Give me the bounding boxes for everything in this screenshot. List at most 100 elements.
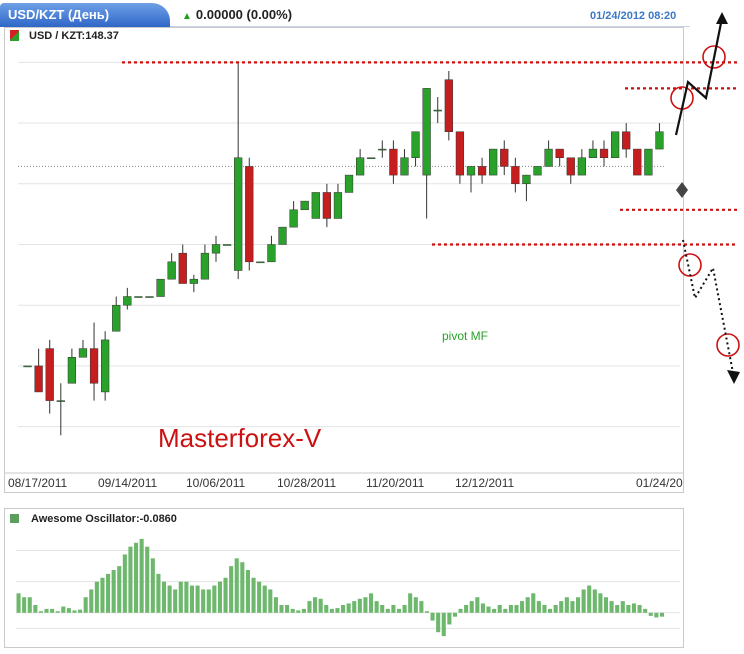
- oscillator-bar: [368, 593, 374, 613]
- oscillator-bar: [318, 598, 323, 613]
- oscillator-bar: [178, 581, 183, 613]
- candle-body: [566, 157, 575, 176]
- oscillator-bar: [609, 601, 614, 613]
- oscillator-bar: [279, 605, 284, 613]
- candle-body: [378, 148, 387, 151]
- oscillator-bar: [184, 581, 189, 613]
- candle-body: [34, 365, 43, 393]
- oscillator-bar: [33, 605, 38, 613]
- candle-body: [89, 348, 99, 384]
- oscillator-bar: [38, 611, 43, 613]
- x-tick-label: 01/24/20: [636, 476, 683, 490]
- oscillator-bar: [251, 577, 256, 613]
- candle-body: [588, 148, 598, 159]
- oscillator-bar: [189, 585, 195, 613]
- oscillator-bar: [374, 601, 379, 613]
- oscillator-bar: [335, 608, 340, 613]
- oscillator-bar: [592, 589, 597, 613]
- oscillator-bar: [257, 581, 262, 613]
- candle-body: [455, 131, 465, 176]
- oscillator-bar: [167, 585, 172, 613]
- oscillator-bar: [27, 597, 32, 613]
- candle-body: [500, 148, 509, 167]
- oscillator-bar: [413, 597, 418, 613]
- x-tick-label: 09/14/2011: [98, 476, 157, 490]
- oscillator-bar: [603, 597, 609, 613]
- candle-body: [355, 157, 365, 176]
- candle-body: [300, 200, 309, 211]
- x-tick-label: 10/28/2011: [277, 476, 336, 490]
- oscillator-bar: [301, 608, 306, 613]
- oscillator-bar: [436, 612, 441, 633]
- oscillator-bar: [273, 597, 278, 613]
- oscillator-bar: [452, 612, 457, 617]
- oscillator-bar: [480, 603, 485, 613]
- candle-body: [477, 166, 487, 176]
- oscillator-bar: [447, 612, 452, 625]
- target-circle: [678, 253, 702, 277]
- oscillator-bar: [581, 589, 586, 613]
- oscillator-bar: [234, 558, 239, 613]
- oscillator-bar: [598, 593, 603, 613]
- oscillator-bar: [520, 601, 525, 613]
- oscillator-bar: [156, 573, 161, 613]
- price-marker-icon: [676, 182, 688, 198]
- candle-body: [45, 348, 54, 401]
- oscillator-bar: [296, 610, 301, 613]
- oscillator-bar: [536, 601, 541, 613]
- oscillator-bar: [575, 597, 581, 613]
- candle-body: [577, 157, 586, 176]
- candle-body: [466, 166, 476, 176]
- candle-body: [123, 296, 132, 306]
- candle-body: [655, 131, 664, 150]
- candle-body: [156, 278, 165, 297]
- oscillator-bar: [475, 597, 480, 613]
- candle-body: [522, 174, 531, 185]
- oscillator-bar: [55, 611, 60, 613]
- oscillator-bar: [245, 570, 250, 613]
- oscillator-bar: [324, 605, 329, 613]
- oscillator-bar: [111, 570, 116, 613]
- oscillator-bar: [16, 593, 21, 613]
- oscillator-bar: [643, 608, 648, 613]
- oscillator-bar: [22, 597, 27, 613]
- oscillator-bar: [133, 542, 139, 613]
- oscillator-bar: [402, 605, 407, 613]
- oscillator-bar: [217, 581, 223, 613]
- candle-body: [555, 148, 564, 159]
- down-arrowhead-icon: [727, 370, 740, 384]
- candle-body: [267, 244, 276, 263]
- oscillator-bar: [66, 608, 71, 613]
- oscillator-bar: [290, 608, 295, 613]
- oscillator-bar: [514, 605, 519, 613]
- watermark-label: Masterforex-V: [158, 423, 322, 453]
- oscillator-bar: [391, 605, 396, 613]
- oscillator-bar: [637, 605, 642, 613]
- oscillator-bar: [262, 585, 267, 613]
- oscillator-bar: [548, 608, 553, 613]
- oscillator-bar: [570, 601, 575, 613]
- candle-body: [101, 339, 110, 393]
- candle-body: [23, 365, 32, 368]
- candle-body: [278, 226, 287, 245]
- oscillator-bar: [357, 598, 362, 613]
- candle-body: [289, 209, 298, 228]
- down-forecast-arrow: [682, 239, 735, 379]
- oscillator-bar: [408, 593, 413, 613]
- oscillator-bar: [486, 606, 491, 613]
- oscillator-bar: [89, 589, 94, 613]
- oscillator-bar: [346, 603, 351, 613]
- x-tick-label: 10/06/2011: [186, 476, 245, 490]
- oscillator-bar: [542, 605, 547, 613]
- oscillator-bar: [441, 612, 446, 637]
- oscillator-bar: [564, 597, 569, 613]
- oscillator-bar: [430, 612, 435, 621]
- oscillator-bar: [363, 597, 368, 613]
- oscillator-bar: [201, 589, 206, 613]
- candle-body: [389, 148, 398, 176]
- oscillator-bar: [458, 608, 463, 613]
- oscillator-bar: [122, 554, 127, 613]
- oscillator-bar: [654, 612, 659, 618]
- price-chart: 08/17/2011 09/14/2011 10/06/2011 10/28/2011…: [5, 12, 740, 637]
- oscillator-bar: [553, 605, 558, 613]
